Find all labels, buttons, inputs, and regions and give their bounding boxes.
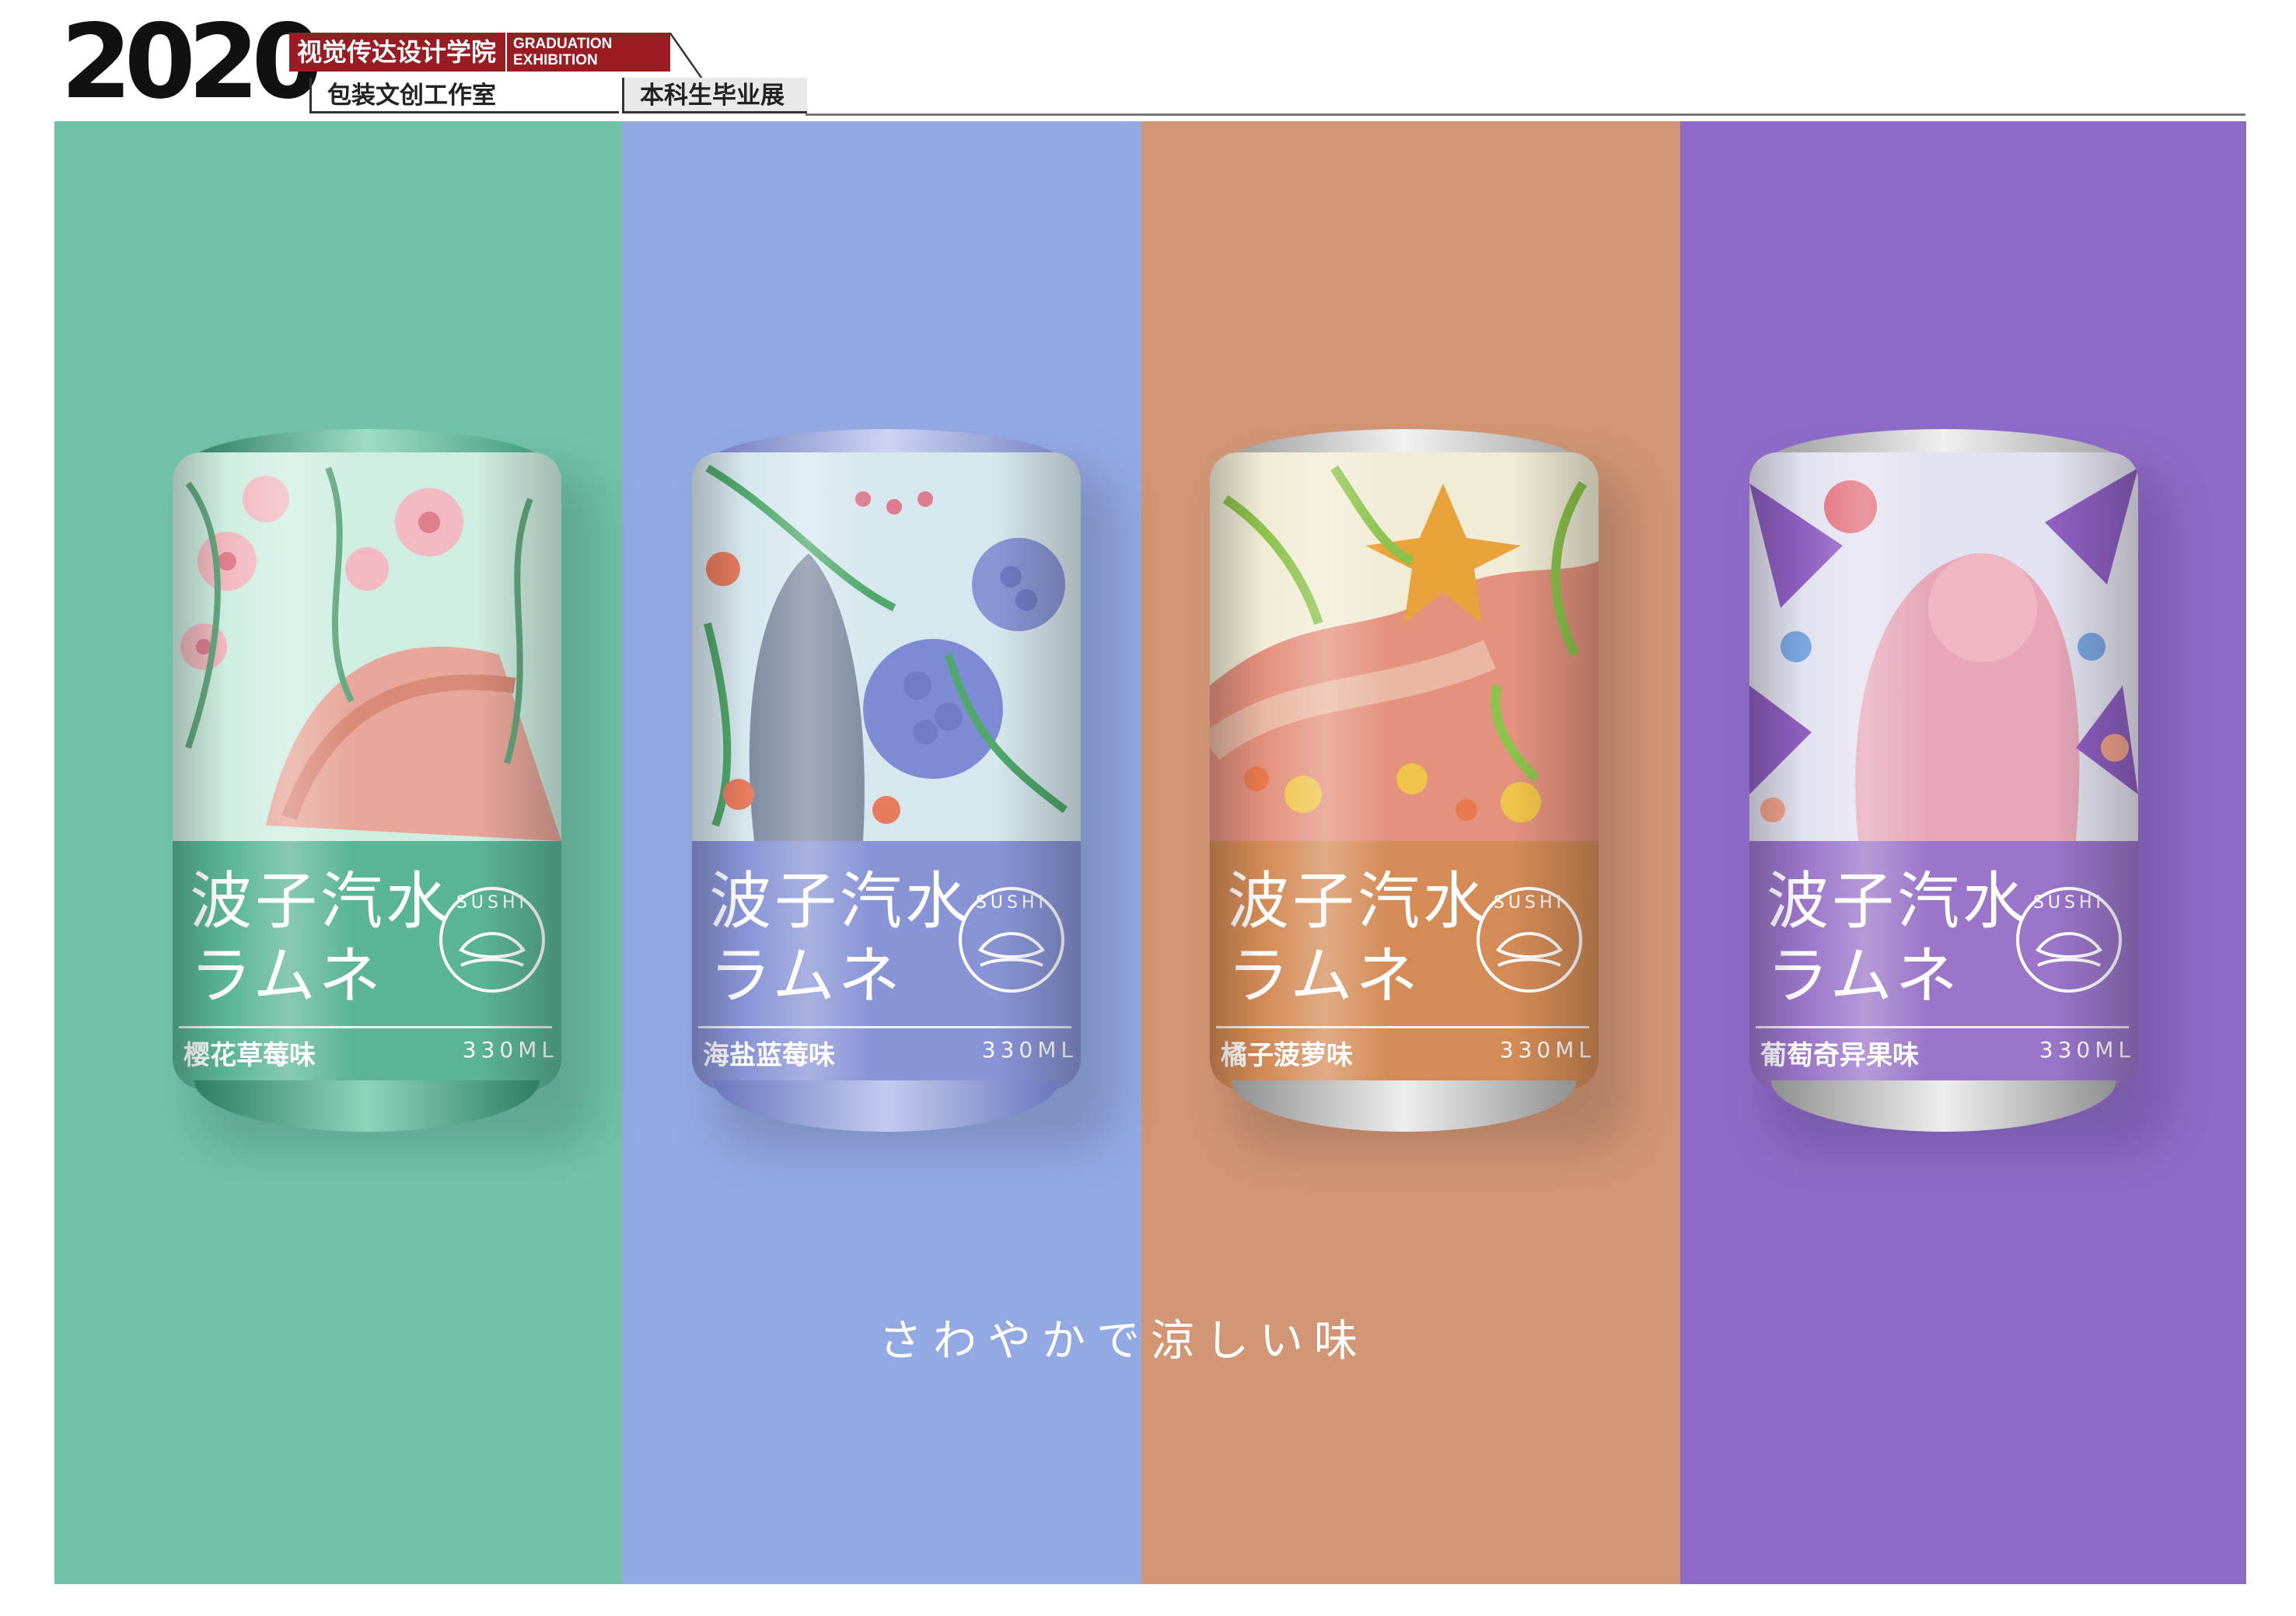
- flavor-label: 葡萄奇异果味: [1760, 1040, 1919, 1071]
- show-name: 本科生毕业展: [622, 78, 807, 113]
- can-base: [194, 1080, 540, 1132]
- school-name: 视觉传达设计学院: [289, 33, 505, 72]
- can-base: [1771, 1080, 2116, 1132]
- svg-text:SUSHI: SUSHI: [976, 893, 1047, 913]
- flavor-label: 樱花草莓味: [183, 1040, 316, 1071]
- can-base: [1232, 1080, 1577, 1132]
- header-rule: [806, 113, 2245, 116]
- label-divider: [179, 1026, 552, 1028]
- floral-illustration: [173, 452, 561, 841]
- svg-text:SUSHI: SUSHI: [2033, 893, 2105, 913]
- sushi-logo-icon: SUSHI: [959, 887, 1064, 993]
- can-body: 波子汽水 ラムネ SUSHI 葡萄奇异果味 330ML: [1749, 452, 2138, 1090]
- sushi-logo-icon: SUSHI: [2016, 887, 2122, 993]
- product-title: 波子汽水 ラムネ: [190, 865, 451, 1012]
- year-title: 2020: [61, 2, 323, 122]
- label-divider: [1756, 1026, 2129, 1028]
- volume-label: 330ML: [981, 1037, 1078, 1063]
- floral-illustration: [1210, 452, 1599, 841]
- can-base: [714, 1080, 1059, 1132]
- flavor-label: 海盐蓝莓味: [703, 1040, 835, 1071]
- can-grape-kiwi: 波子汽水 ラムネ SUSHI 葡萄奇异果味 330ML: [1749, 429, 2138, 1136]
- can-body: 波子汽水 ラムネ SUSHI 樱花草莓味 330ML: [173, 452, 561, 1090]
- flavor-label: 橘子菠萝味: [1221, 1040, 1353, 1071]
- can-cherry-strawberry: 波子汽水 ラムネ SUSHI 樱花草莓味 330ML: [173, 429, 561, 1136]
- volume-label: 330ML: [2039, 1037, 2135, 1063]
- svg-text:SUSHI: SUSHI: [1494, 893, 1565, 913]
- floral-illustration: [692, 452, 1081, 841]
- product-title: 波子汽水 ラムネ: [1767, 865, 2028, 1012]
- can-body: 波子汽水 ラムネ SUSHI 海盐蓝莓味 330ML: [692, 452, 1081, 1090]
- tagline: さわやかで涼しい味: [879, 1316, 1368, 1366]
- sushi-logo-icon: SUSHI: [439, 887, 545, 993]
- can-body: 波子汽水 ラムネ SUSHI 橘子菠萝味 330ML: [1210, 452, 1599, 1090]
- volume-label: 330ML: [462, 1037, 558, 1063]
- studio-name: 包装文创工作室: [309, 78, 619, 113]
- volume-label: 330ML: [1499, 1037, 1595, 1063]
- label-divider: [1216, 1026, 1589, 1028]
- floral-illustration: [1749, 452, 2138, 841]
- sushi-logo-icon: SUSHI: [1476, 887, 1582, 993]
- can-orange-pineapple: 波子汽水 ラムネ SUSHI 橘子菠萝味 330ML: [1210, 429, 1599, 1136]
- can-sea-salt-blueberry: 波子汽水 ラムネ SUSHI 海盐蓝莓味 330ML: [692, 429, 1081, 1136]
- product-title: 波子汽水 ラムネ: [709, 865, 970, 1012]
- header-bar: 2020 视觉传达设计学院 GRADUATION EXHIBITION 包装文创…: [0, 0, 2296, 117]
- label-divider: [698, 1026, 1071, 1028]
- exhibition-label: GRADUATION EXHIBITION: [507, 33, 670, 72]
- product-title: 波子汽水 ラムネ: [1227, 865, 1488, 1012]
- svg-text:SUSHI: SUSHI: [456, 893, 528, 913]
